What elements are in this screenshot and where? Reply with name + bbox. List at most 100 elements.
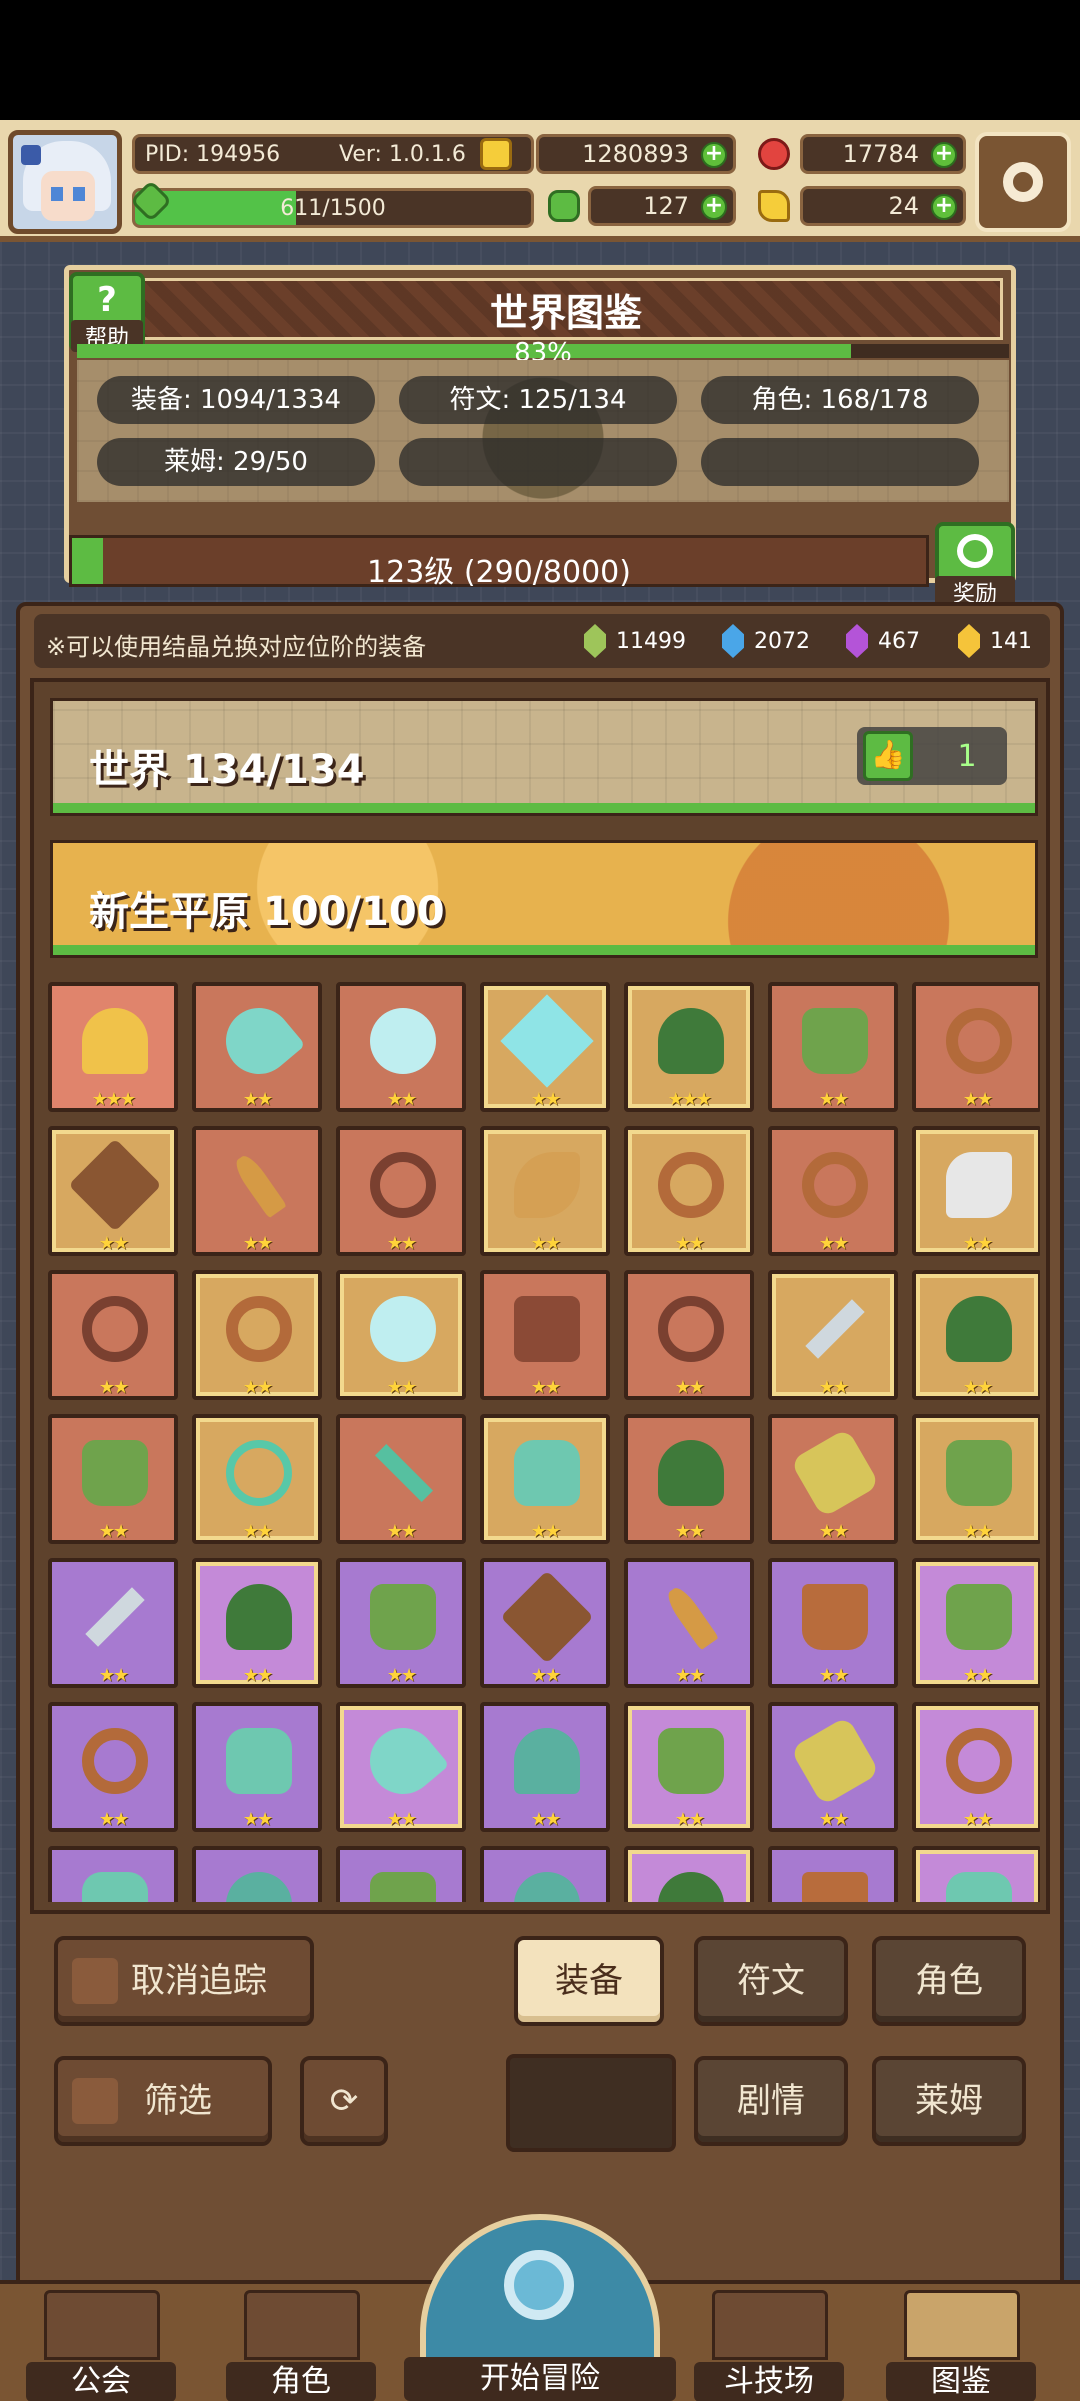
game-screen: PID: 194956 Ver: 1.0.1.6 611/1500 128089… (0, 120, 1080, 2401)
add-gold-button[interactable]: + (701, 142, 727, 168)
tab-rune[interactable]: 符文 (694, 1936, 848, 2026)
armor-icon (658, 1728, 724, 1794)
rarity-stars: ★★ (530, 1665, 561, 1686)
tab-character-label: 角色 (915, 1961, 983, 2001)
equipment-slot[interactable]: ★★ (336, 1702, 466, 1832)
equipment-slot[interactable]: ★★ (336, 982, 466, 1112)
equipment-slot[interactable]: ★★ (912, 1126, 1040, 1256)
filter-button[interactable]: 筛选 (54, 2056, 272, 2146)
equipment-slot[interactable]: ★★ (624, 1414, 754, 1544)
equipment-slot[interactable]: ★★ (768, 1126, 898, 1256)
equipment-slot[interactable]: ★★ (624, 1270, 754, 1400)
like-box[interactable]: 👍 1 (857, 727, 1007, 785)
tab-story[interactable]: 剧情 (694, 2056, 848, 2146)
key-icon (758, 190, 790, 222)
tab-slime[interactable]: 莱姆 (872, 2056, 1026, 2146)
equipment-slot[interactable]: ★★ (624, 1126, 754, 1256)
equipment-slot[interactable]: ★★ (912, 982, 1040, 1112)
equipment-slot[interactable]: ★★ (336, 1126, 466, 1256)
nav-start-adventure[interactable]: 开始冒险 (404, 2214, 676, 2401)
equipment-slot[interactable]: ★★ (192, 1126, 322, 1256)
guild-building-icon (44, 2290, 160, 2360)
reset-filter-button[interactable]: ⟳ (300, 2056, 388, 2146)
equipment-slot[interactable]: ★★★ (48, 982, 178, 1112)
equipment-slot[interactable]: ★★ (336, 1270, 466, 1400)
add-clover-button[interactable]: + (701, 194, 727, 220)
equipment-slot[interactable]: ★★ (912, 1414, 1040, 1544)
equipment-slot[interactable]: ★★ (480, 982, 610, 1112)
equipment-slot[interactable]: ★★ (624, 1558, 754, 1688)
equipment-slot[interactable]: ★★ (48, 1126, 178, 1256)
equipment-slot[interactable]: ★★ (48, 1702, 178, 1832)
mace-icon (212, 994, 306, 1088)
gold-crystal-counter: 141 (958, 622, 1032, 660)
equipment-slot[interactable] (912, 1846, 1040, 1902)
equipment-slot[interactable] (48, 1846, 178, 1902)
spear-icon (663, 1583, 719, 1651)
rarity-stars: ★★ (386, 1665, 417, 1686)
necklace-icon (370, 1152, 436, 1218)
equipment-slot[interactable]: ★★★ (624, 982, 754, 1112)
equipment-slot[interactable]: ★★ (768, 1270, 898, 1400)
add-key-button[interactable]: + (931, 194, 957, 220)
equipment-slot[interactable]: ★★ (912, 1558, 1040, 1688)
region-banner[interactable]: 新生平原 100/100 (50, 840, 1038, 958)
settings-button[interactable] (975, 132, 1071, 232)
orb-icon (370, 1296, 436, 1362)
nav-guild[interactable]: 公会 (26, 2284, 176, 2401)
equipment-slot[interactable]: ★★ (768, 1558, 898, 1688)
nav-arena-label: 斗技场 (694, 2362, 844, 2401)
clover-counter: 127 + (588, 186, 736, 226)
rarity-stars: ★★ (386, 1089, 417, 1110)
equipment-slot[interactable]: ★★ (480, 1270, 610, 1400)
equipment-slot[interactable]: ★★ (336, 1414, 466, 1544)
equipment-slot[interactable]: ★★ (768, 1702, 898, 1832)
equipment-slot[interactable]: ★★ (480, 1558, 610, 1688)
gear-icon (1003, 162, 1043, 202)
equipment-slot[interactable]: ★★ (768, 1414, 898, 1544)
equipment-slot[interactable]: ★★ (192, 1270, 322, 1400)
add-ruby-button[interactable]: + (931, 142, 957, 168)
equipment-slot[interactable]: ★★ (192, 1702, 322, 1832)
equipment-slot[interactable]: ★★ (912, 1702, 1040, 1832)
equipment-slot[interactable] (768, 1846, 898, 1902)
equipment-slot[interactable]: ★★ (336, 1558, 466, 1688)
boots-icon (82, 1872, 148, 1902)
blue-crystal-icon (722, 624, 744, 658)
rarity-stars: ★★ (386, 1809, 417, 1830)
world-banner[interactable]: 世界 134/134 👍 1 (50, 698, 1038, 816)
nav-codex[interactable]: 图鉴 (886, 2284, 1036, 2401)
equipment-slot[interactable]: ★★ (192, 982, 322, 1112)
equipment-slot[interactable]: ★★ (912, 1270, 1040, 1400)
glove-icon (789, 1715, 881, 1807)
untrack-button[interactable]: 取消追踪 (54, 1936, 314, 2026)
armor-icon (370, 1872, 436, 1902)
equipment-slot[interactable]: ★★ (192, 1558, 322, 1688)
equipment-slot[interactable] (336, 1846, 466, 1902)
hood-icon (658, 1872, 724, 1902)
tab-equipment[interactable]: 装备 (514, 1936, 664, 2026)
book-icon (904, 2290, 1020, 2360)
reward-button[interactable]: 奖励 (935, 522, 1015, 608)
equipment-slot[interactable] (480, 1846, 610, 1902)
equipment-slot[interactable]: ★★ (768, 982, 898, 1112)
tab-character[interactable]: 角色 (872, 1936, 1026, 2026)
stat-empty-slot (399, 438, 677, 486)
nav-character[interactable]: 角色 (226, 2284, 376, 2401)
necklace-icon (82, 1296, 148, 1362)
player-avatar[interactable] (8, 130, 122, 234)
equipment-slot[interactable]: ★★ (48, 1414, 178, 1544)
spear-icon (231, 1151, 287, 1219)
nav-arena[interactable]: 斗技场 (694, 2284, 844, 2401)
equipment-slot[interactable]: ★★ (624, 1702, 754, 1832)
equipment-slot[interactable] (624, 1846, 754, 1902)
equipment-slot[interactable]: ★★ (480, 1702, 610, 1832)
equipment-slot[interactable]: ★★ (192, 1414, 322, 1544)
equipment-slot[interactable]: ★★ (480, 1126, 610, 1256)
equipment-slot[interactable]: ★★ (48, 1558, 178, 1688)
rarity-stars: ★★ (962, 1809, 993, 1830)
gold-crystal-value: 141 (990, 628, 1032, 654)
equipment-slot[interactable]: ★★ (48, 1270, 178, 1400)
equipment-slot[interactable] (192, 1846, 322, 1902)
equipment-slot[interactable]: ★★ (480, 1414, 610, 1544)
